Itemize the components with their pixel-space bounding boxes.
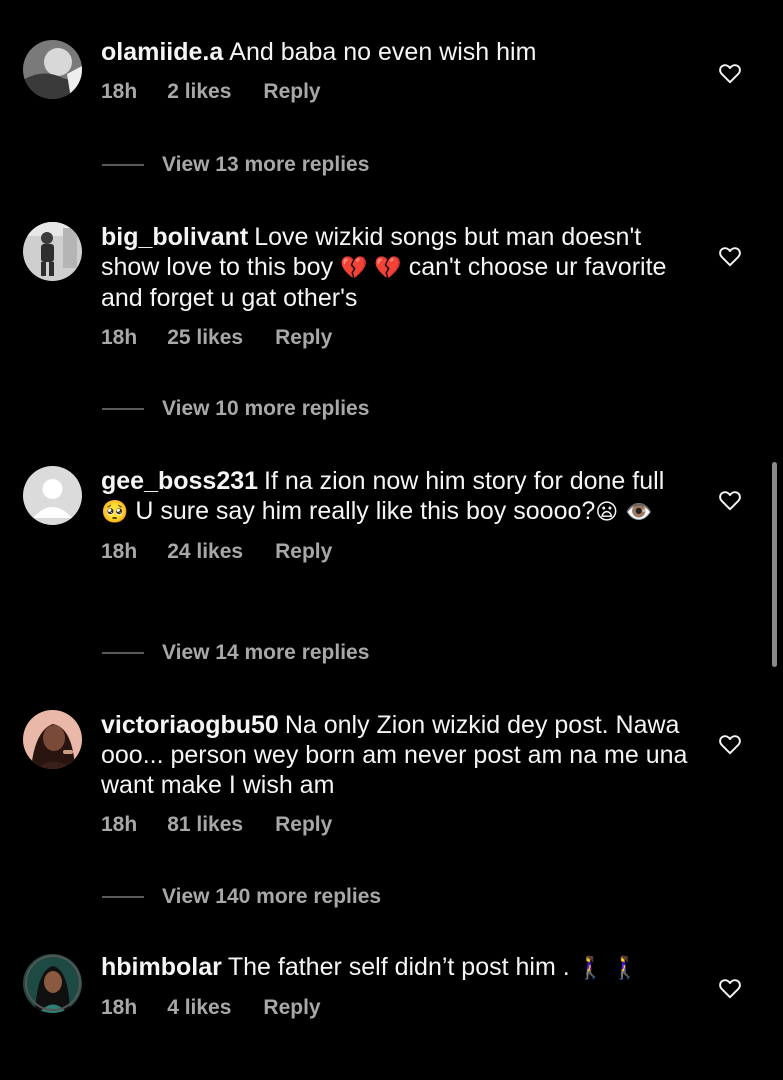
view-replies-label: View 13 more replies bbox=[162, 153, 370, 176]
reply-button[interactable]: Reply bbox=[263, 995, 320, 1021]
avatar[interactable] bbox=[23, 466, 82, 525]
comment-likes[interactable]: 2 likes bbox=[167, 79, 231, 105]
comment-time: 18h bbox=[101, 813, 138, 836]
comment-time: 18h bbox=[101, 80, 138, 103]
comment-likes[interactable]: 81 likes bbox=[167, 812, 243, 838]
avatar[interactable] bbox=[23, 40, 82, 99]
reply-button[interactable]: Reply bbox=[275, 812, 332, 838]
comment-text: And baba no even wish him bbox=[229, 38, 537, 66]
pleading-face-emoji: 🥺 bbox=[101, 499, 129, 524]
comment-time: 18h bbox=[101, 996, 138, 1019]
divider-line bbox=[102, 896, 144, 898]
reply-button[interactable]: Reply bbox=[263, 79, 320, 105]
comment-text: The father self didn’t post him . bbox=[227, 953, 577, 981]
divider-line bbox=[102, 652, 144, 654]
heart-outline-icon[interactable] bbox=[717, 487, 743, 513]
view-more-replies[interactable]: View 10 more replies bbox=[102, 394, 369, 424]
comment-text: U sure say him really like this boy sooo… bbox=[128, 497, 596, 525]
view-more-replies[interactable]: View 140 more replies bbox=[102, 882, 381, 912]
comment-username[interactable]: big_bolivant bbox=[101, 223, 248, 251]
woman-walking-emoji: 🚶‍♀️ bbox=[576, 955, 605, 980]
eye-emoji: 👁️ bbox=[625, 499, 653, 524]
comment-username[interactable]: olamiide.a bbox=[101, 38, 223, 66]
heart-outline-icon[interactable] bbox=[717, 243, 743, 269]
heart-outline-icon[interactable] bbox=[717, 731, 743, 757]
heart-outline-icon[interactable] bbox=[717, 60, 743, 86]
comment-time: 18h bbox=[101, 326, 138, 349]
comment-text: If na zion now him story for done full bbox=[264, 467, 665, 495]
comment-likes[interactable]: 25 likes bbox=[167, 325, 243, 351]
comment-username[interactable]: gee_boss231 bbox=[101, 467, 258, 495]
view-more-replies[interactable]: View 14 more replies bbox=[102, 638, 369, 668]
avatar[interactable] bbox=[23, 710, 82, 769]
comment-time: 18h bbox=[101, 540, 138, 563]
view-replies-label: View 14 more replies bbox=[162, 641, 370, 664]
scrollbar[interactable] bbox=[772, 462, 777, 667]
broken-heart-emoji: 💔 bbox=[340, 255, 368, 280]
avatar[interactable] bbox=[23, 222, 82, 281]
frowning-face-emoji: 😦 bbox=[595, 499, 619, 524]
comment-likes[interactable]: 24 likes bbox=[167, 539, 243, 565]
comment-likes[interactable]: 4 likes bbox=[167, 995, 231, 1021]
comment-text-spacer bbox=[604, 953, 611, 981]
heart-outline-icon[interactable] bbox=[717, 975, 743, 1001]
reply-button[interactable]: Reply bbox=[275, 325, 332, 351]
comment-username[interactable]: hbimbolar bbox=[101, 953, 222, 981]
reply-button[interactable]: Reply bbox=[275, 539, 332, 565]
woman-walking-emoji: 🚶‍♀️ bbox=[610, 955, 639, 980]
avatar[interactable] bbox=[23, 954, 82, 1013]
broken-heart-emoji: 💔 bbox=[374, 255, 402, 280]
comment-username[interactable]: victoriaogbu50 bbox=[101, 711, 279, 739]
divider-line bbox=[102, 408, 144, 410]
view-more-replies[interactable]: View 13 more replies bbox=[102, 150, 369, 180]
divider-line bbox=[102, 164, 144, 166]
view-replies-label: View 140 more replies bbox=[162, 885, 382, 908]
view-replies-label: View 10 more replies bbox=[162, 397, 370, 420]
